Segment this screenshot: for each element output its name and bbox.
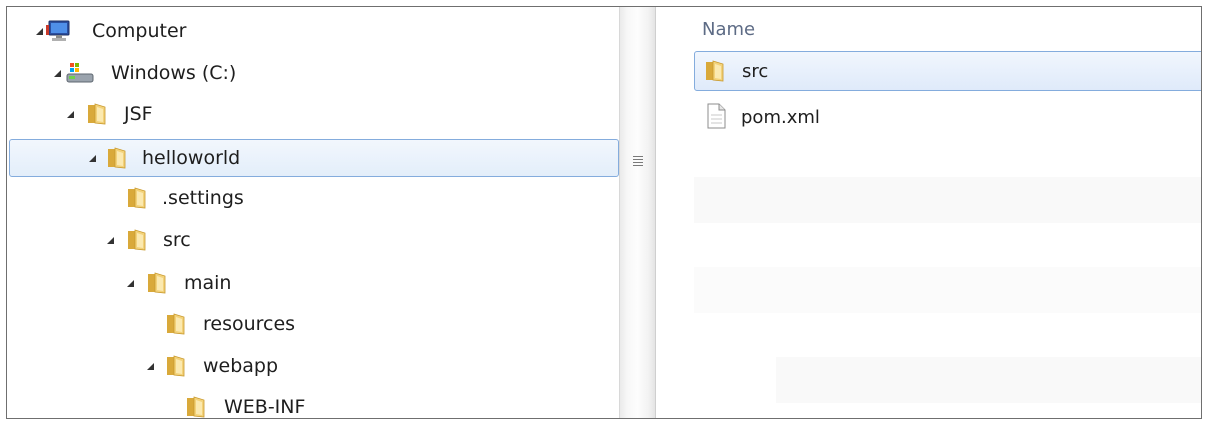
file-item-label: src — [742, 60, 769, 82]
tree-item-main[interactable]: main — [7, 264, 619, 302]
explorer-window: Computer Windows (C:) JSF helloworld .se… — [6, 6, 1202, 419]
expand-arrow-icon[interactable] — [105, 235, 115, 245]
tree-item-settings[interactable]: .settings — [7, 179, 619, 217]
folder-icon — [164, 312, 188, 336]
folder-icon — [184, 395, 208, 418]
file-item-pom-xml[interactable]: pom.xml — [694, 97, 1201, 137]
tree-item-helloworld[interactable]: helloworld — [7, 139, 619, 177]
splitter-grip-icon[interactable] — [633, 156, 643, 168]
tree-item-label: main — [184, 272, 232, 294]
row-stripe — [776, 357, 1201, 403]
folder-icon — [703, 59, 727, 83]
tree-item-label: webapp — [203, 355, 279, 377]
folder-icon — [125, 228, 149, 252]
expand-arrow-icon[interactable] — [87, 153, 97, 163]
tree-item-label: Computer — [92, 20, 187, 42]
tree-item-label: helloworld — [142, 147, 241, 169]
folder-icon — [145, 271, 169, 295]
expand-arrow-icon[interactable] — [125, 278, 135, 288]
tree-item-webapp[interactable]: webapp — [7, 347, 619, 385]
tree-item-label: Windows (C:) — [111, 62, 237, 84]
tree-item-src[interactable]: src — [7, 221, 619, 259]
tree-item-label: WEB-INF — [224, 396, 306, 418]
expand-arrow-icon[interactable] — [34, 26, 44, 36]
tree-item-computer[interactable]: Computer — [7, 12, 619, 50]
tree-item-label: resources — [203, 313, 296, 335]
row-stripe — [694, 267, 1201, 313]
expand-arrow-icon[interactable] — [145, 361, 155, 371]
column-header-name[interactable]: Name — [702, 19, 755, 40]
pane-splitter[interactable] — [619, 7, 656, 418]
folder-icon — [164, 354, 188, 378]
folder-icon — [125, 186, 149, 210]
tree-item-label: src — [163, 229, 191, 251]
file-item-src[interactable]: src — [694, 51, 1201, 91]
tree-item-web-inf[interactable]: WEB-INF — [7, 388, 619, 418]
selection-highlight — [9, 139, 619, 177]
folder-icon — [105, 146, 129, 170]
expand-arrow-icon[interactable] — [65, 109, 75, 119]
tree-item-label: .settings — [162, 187, 244, 209]
tree-item-label: JSF — [124, 103, 153, 125]
tree-item-resources[interactable]: resources — [7, 305, 619, 343]
document-icon — [704, 103, 728, 129]
folder-icon — [85, 102, 109, 126]
navigation-tree: Computer Windows (C:) JSF helloworld .se… — [7, 7, 619, 418]
drive-icon — [65, 61, 94, 85]
tree-item-jsf[interactable]: JSF — [7, 95, 619, 133]
file-item-label: pom.xml — [741, 106, 820, 128]
file-list: Name src pom.xml — [656, 7, 1201, 418]
row-stripe — [694, 177, 1201, 223]
tree-item-windows-drive[interactable]: Windows (C:) — [7, 54, 619, 92]
computer-icon — [45, 19, 70, 43]
expand-arrow-icon[interactable] — [52, 68, 62, 78]
